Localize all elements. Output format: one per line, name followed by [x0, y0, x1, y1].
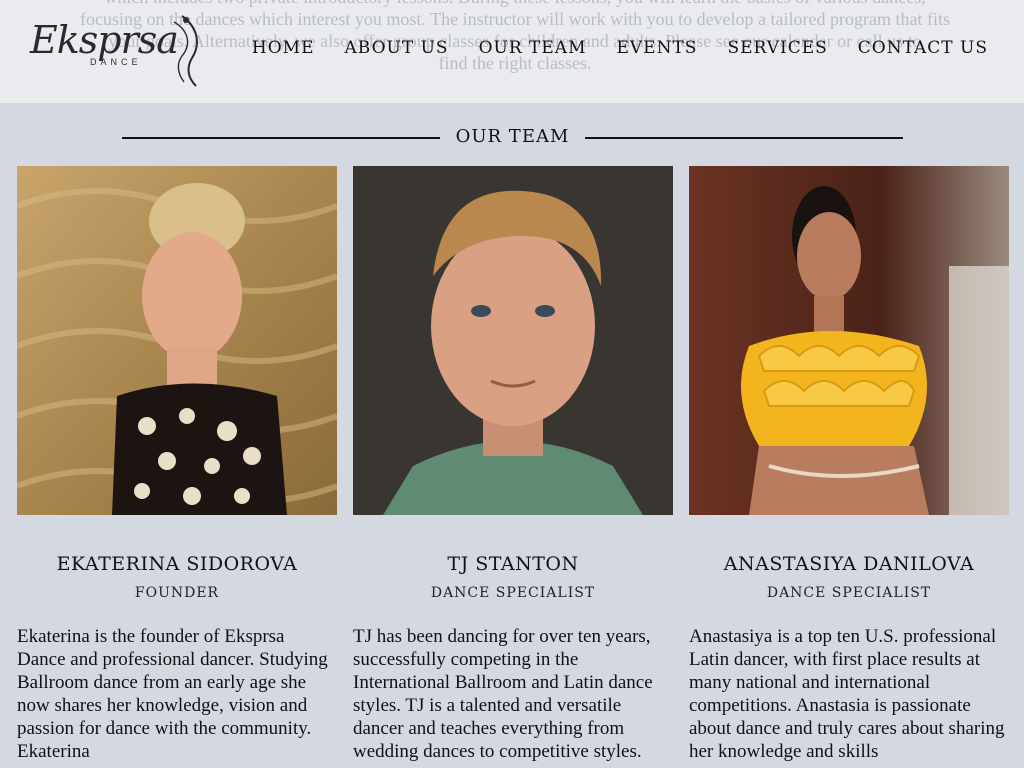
- brand-logo[interactable]: Eksprsa DANCE: [30, 12, 208, 88]
- team-section-heading: OUR TEAM: [0, 126, 1024, 150]
- dancer-swirl-icon: [173, 15, 198, 87]
- nav-home[interactable]: HOME: [252, 38, 315, 58]
- team-photo-anastasiya: [689, 166, 1009, 515]
- nav-about-us[interactable]: ABOUT US: [345, 38, 449, 58]
- member-role: DANCE SPECIALIST: [430, 585, 596, 601]
- nav-contact-us[interactable]: CONTACT US: [858, 38, 988, 58]
- member-role: DANCE SPECIALIST: [766, 585, 932, 601]
- intro-line: which includes two private introductory …: [20, 0, 1010, 8]
- nav-events[interactable]: EVENTS: [616, 38, 697, 58]
- header: which includes two private introductory …: [0, 0, 1024, 103]
- member-name: EKATERINA SIDOROVA: [56, 553, 298, 575]
- member-bio: Anastasiya is a top ten U.S. professiona…: [689, 626, 1005, 762]
- team-card-anastasiya: ANASTASIYA DANILOVA DANCE SPECIALIST Ana…: [689, 166, 1009, 763]
- member-role: FOUNDER: [134, 585, 220, 601]
- nav-our-team[interactable]: OUR TEAM: [479, 38, 587, 58]
- brand-sub: DANCE: [90, 57, 142, 67]
- section-title: OUR TEAM: [455, 126, 570, 147]
- team-card-ekaterina: EKATERINA SIDOROVA FOUNDER Ekaterina is …: [17, 166, 337, 763]
- member-bio: TJ has been dancing for over ten years, …: [353, 626, 653, 762]
- heading-rule-left: [122, 137, 440, 139]
- member-name: ANASTASIYA DANILOVA: [723, 553, 975, 575]
- heading-rule-right: [585, 137, 903, 139]
- main-nav: HOME ABOUT US OUR TEAM EVENTS SERVICES C…: [252, 38, 988, 58]
- team-photo-tj: [353, 166, 673, 515]
- member-bio: Ekaterina is the founder of Eksprsa Danc…: [17, 626, 328, 762]
- member-name: TJ STANTON: [447, 553, 579, 575]
- team-photo-ekaterina: [17, 166, 337, 515]
- team-card-tj: TJ STANTON DANCE SPECIALIST TJ has been …: [353, 166, 673, 763]
- nav-services[interactable]: SERVICES: [727, 38, 827, 58]
